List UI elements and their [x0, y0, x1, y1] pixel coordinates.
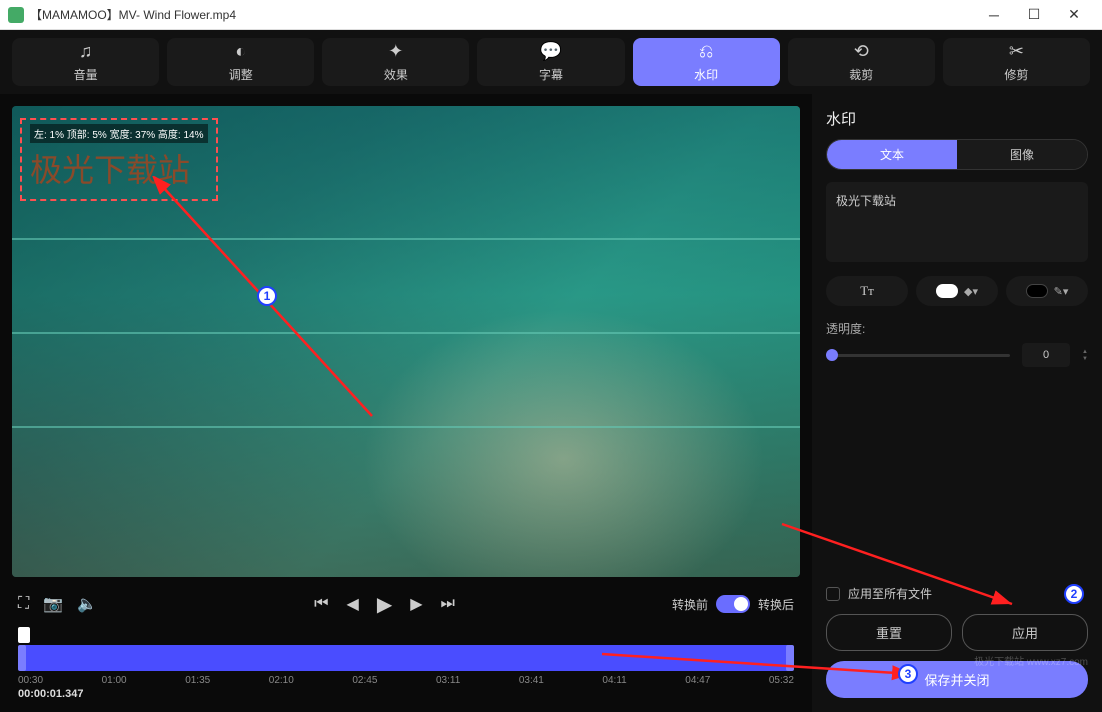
tool-adjust[interactable]: ◐ 调整: [167, 38, 314, 86]
text-style-icon: T⁠ᴛ: [860, 283, 874, 299]
watermark-type-tabs: 文本 图像: [826, 139, 1088, 170]
tab-image[interactable]: 图像: [957, 140, 1087, 169]
main-area: 左: 1% 顶部: 5% 宽度: 37% 高度: 14% 极光下载站 1 ⛶ 📷…: [0, 94, 1102, 712]
tool-watermark[interactable]: ⎌ 水印: [633, 38, 780, 86]
opacity-control: 0 ▲ ▼: [826, 343, 1088, 367]
opacity-number: 0: [1043, 349, 1049, 361]
timeline-ticks: 00:30 01:00 01:35 02:10 02:45 03:11 03:4…: [18, 675, 794, 686]
skip-end-icon[interactable]: ⏭: [441, 595, 455, 613]
snapshot-icon[interactable]: 📷: [43, 594, 63, 614]
playback-controls: ⛶ 📷 🔈 ⏮ ◀ ▶ ▶ ⏭ 转换前 转换后: [12, 585, 800, 623]
maximize-button[interactable]: ☐: [1014, 1, 1054, 29]
trim-end-handle[interactable]: [786, 645, 794, 671]
paint-bucket-icon: ◆▾: [964, 285, 978, 298]
after-label: 转换后: [758, 596, 794, 613]
tick-label: 00:30: [18, 675, 43, 686]
tick-label: 02:45: [352, 675, 377, 686]
current-timecode: 00:00:01.347: [18, 688, 794, 700]
tool-volume[interactable]: ♫ 音量: [12, 38, 159, 86]
mute-icon[interactable]: 🔈: [77, 594, 97, 614]
stepper-down-icon[interactable]: ▼: [1082, 356, 1088, 362]
watermark-position-info: 左: 1% 顶部: 5% 宽度: 37% 高度: 14%: [30, 124, 208, 143]
tool-label: 裁剪: [849, 66, 873, 83]
stepper-up-icon[interactable]: ▲: [1082, 349, 1088, 355]
reset-button[interactable]: 重置: [826, 614, 952, 651]
tool-label: 水印: [694, 66, 718, 83]
tool-crop[interactable]: ⟲ 裁剪: [788, 38, 935, 86]
sidebar-title: 水印: [826, 108, 1088, 129]
trim-start-handle[interactable]: [18, 645, 26, 671]
sidebar-actions: 应用至所有文件 重置 应用 保存并关闭: [826, 585, 1088, 698]
tool-trim[interactable]: ✂ 修剪: [943, 38, 1090, 86]
wand-icon: ✦: [388, 41, 403, 62]
opacity-slider[interactable]: [826, 354, 1010, 357]
tick-label: 03:41: [519, 675, 544, 686]
opacity-label: 透明度:: [826, 320, 1088, 337]
chat-icon: 💬: [540, 41, 562, 62]
app-icon: [8, 7, 24, 23]
window-controls: ─ ☐ ✕: [974, 1, 1094, 29]
watermark-text-preview: 极光下载站: [30, 145, 208, 191]
skip-start-icon[interactable]: ⏮: [314, 595, 328, 613]
apply-all-checkbox[interactable]: [826, 587, 840, 601]
close-button[interactable]: ✕: [1054, 1, 1094, 29]
opacity-stepper[interactable]: ▲ ▼: [1082, 349, 1088, 362]
font-style-button[interactable]: T⁠ᴛ: [826, 276, 908, 306]
tool-label: 调整: [229, 66, 253, 83]
fullscreen-icon[interactable]: ⛶: [18, 595, 29, 613]
minimize-button[interactable]: ─: [974, 1, 1014, 29]
crop-icon: ⟲: [854, 41, 869, 62]
tool-effect[interactable]: ✦ 效果: [322, 38, 469, 86]
main-toolbar: ♫ 音量 ◐ 调整 ✦ 效果 💬 字幕 ⎌ 水印 ⟲ 裁剪 ✂ 修剪: [0, 30, 1102, 94]
watermark-sidebar: 水印 文本 图像 T⁠ᴛ ◆▾ ✎▾ 透明度: 0: [812, 94, 1102, 712]
contrast-icon: ◐: [235, 41, 246, 62]
tool-label: 效果: [384, 66, 408, 83]
preview-mode-toggle[interactable]: 转换前 转换后: [672, 595, 794, 613]
video-preview[interactable]: 左: 1% 顶部: 5% 宽度: 37% 高度: 14% 极光下载站 1: [12, 106, 800, 577]
timeline: 00:30 01:00 01:35 02:10 02:45 03:11 03:4…: [12, 627, 800, 700]
save-close-button[interactable]: 保存并关闭: [826, 661, 1088, 698]
slider-thumb[interactable]: [826, 349, 838, 361]
tick-label: 04:47: [685, 675, 710, 686]
watermark-overlay[interactable]: 左: 1% 顶部: 5% 宽度: 37% 高度: 14% 极光下载站: [20, 118, 218, 201]
tick-label: 01:35: [185, 675, 210, 686]
timeline-track[interactable]: [18, 645, 794, 671]
apply-all-row[interactable]: 应用至所有文件: [826, 585, 1088, 602]
tool-subtitle[interactable]: 💬 字幕: [477, 38, 624, 86]
apply-button[interactable]: 应用: [962, 614, 1088, 651]
tool-label: 字幕: [539, 66, 563, 83]
stamp-icon: ⎌: [699, 41, 713, 62]
tool-label: 音量: [74, 66, 98, 83]
play-icon[interactable]: ▶: [377, 592, 392, 617]
pen-icon: ✎▾: [1054, 285, 1069, 298]
opacity-value[interactable]: 0: [1022, 343, 1070, 367]
apply-all-label: 应用至所有文件: [848, 585, 932, 602]
color-swatch-white: [936, 284, 958, 298]
prev-frame-icon[interactable]: ◀: [347, 594, 359, 614]
before-label: 转换前: [672, 596, 708, 613]
tool-label: 修剪: [1004, 66, 1028, 83]
toggle-switch[interactable]: [716, 595, 750, 613]
playhead-handle[interactable]: [18, 627, 30, 643]
tick-label: 02:10: [269, 675, 294, 686]
watermark-text-input[interactable]: [826, 182, 1088, 262]
next-frame-icon[interactable]: ▶: [410, 594, 422, 614]
outline-color-button[interactable]: ✎▾: [1006, 276, 1088, 306]
tick-label: 03:11: [436, 675, 460, 686]
tab-text[interactable]: 文本: [827, 140, 957, 169]
tick-label: 04:11: [602, 675, 626, 686]
window-title: 【MAMAMOO】MV- Wind Flower.mp4: [30, 6, 974, 23]
preview-panel: 左: 1% 顶部: 5% 宽度: 37% 高度: 14% 极光下载站 1 ⛶ 📷…: [0, 94, 812, 712]
tick-label: 01:00: [102, 675, 127, 686]
music-note-icon: ♫: [79, 41, 93, 62]
fill-color-button[interactable]: ◆▾: [916, 276, 998, 306]
tick-label: 05:32: [769, 675, 794, 686]
transport-controls: ⏮ ◀ ▶ ▶ ⏭: [314, 592, 455, 617]
text-style-row: T⁠ᴛ ◆▾ ✎▾: [826, 276, 1088, 306]
titlebar: 【MAMAMOO】MV- Wind Flower.mp4 ─ ☐ ✕: [0, 0, 1102, 30]
scissors-icon: ✂: [1009, 41, 1024, 62]
color-swatch-black: [1026, 284, 1048, 298]
